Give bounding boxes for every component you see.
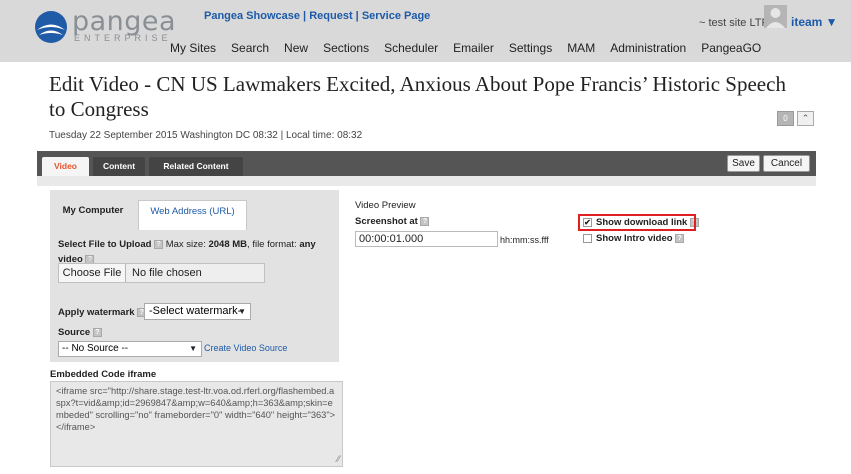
logo-subtitle: ENTERPRISE <box>74 33 172 43</box>
collapse-icon[interactable]: ⌃ <box>797 111 814 126</box>
link-pangea-showcase[interactable]: Pangea Showcase <box>204 10 300 22</box>
page-title: Edit Video - CN US Lawmakers Excited, An… <box>49 72 786 121</box>
max-size-value: 2048 MB <box>208 239 248 250</box>
watermark-label: Apply watermark ? <box>58 307 147 318</box>
show-intro-row: Show Intro video ? <box>583 233 685 244</box>
screenshot-label-text: Screenshot at <box>355 216 418 227</box>
nav-settings[interactable]: Settings <box>509 41 552 55</box>
screenshot-format-hint: hh:mm:ss.fff <box>500 235 549 245</box>
highlight-box <box>578 214 696 231</box>
embed-code-textarea[interactable]: <iframe src="http://share.stage.test-ltr… <box>50 381 343 467</box>
source-label: Source ? <box>58 327 102 338</box>
max-size-prefix: Max size: <box>165 239 206 250</box>
upload-label: Select File to Upload <box>58 239 152 250</box>
source-select[interactable]: -- No Source -- ▼ <box>58 341 202 357</box>
watermark-select[interactable]: -Select watermark- ▼ <box>144 303 251 320</box>
link-service-page[interactable]: Service Page <box>362 10 431 22</box>
link-request[interactable]: Request <box>309 10 352 22</box>
date-line: Tuesday 22 September 2015 Washington DC … <box>49 130 363 141</box>
cancel-button[interactable]: Cancel <box>763 155 810 172</box>
tab-my-computer[interactable]: My Computer <box>56 200 130 222</box>
show-intro-label: Show Intro video <box>596 233 673 244</box>
screenshot-time-input[interactable]: 00:00:01.000 <box>355 231 498 247</box>
tab-web-address[interactable]: Web Address (URL) <box>138 200 247 230</box>
file-status: No file chosen <box>132 267 202 279</box>
tab-content[interactable]: Content <box>93 157 145 176</box>
upload-panel: My Computer Web Address (URL) Select Fil… <box>50 190 339 362</box>
embed-label: Embedded Code iframe <box>50 369 157 380</box>
site-header: pangea ENTERPRISE Pangea Showcase | Requ… <box>0 0 851 62</box>
help-icon[interactable]: ? <box>420 216 430 226</box>
tab-related-content[interactable]: Related Content <box>149 157 243 176</box>
nav-administration[interactable]: Administration <box>610 41 686 55</box>
watermark-value: -Select watermark- <box>149 305 242 317</box>
create-video-source-link[interactable]: Create Video Source <box>204 343 287 353</box>
nav-new[interactable]: New <box>284 41 308 55</box>
tab-bar: Video Content Related Content Save Cance… <box>37 151 816 176</box>
tab-strip <box>37 176 816 186</box>
nav-sections[interactable]: Sections <box>323 41 369 55</box>
show-intro-checkbox[interactable] <box>583 233 592 243</box>
resize-handle-icon[interactable]: ⁄⁄ <box>337 453 340 465</box>
help-icon[interactable]: ? <box>675 233 685 243</box>
help-icon[interactable]: ? <box>154 239 164 249</box>
chevron-down-icon: ▼ <box>189 344 197 353</box>
choose-file-button[interactable]: Choose File <box>59 264 126 282</box>
avatar[interactable] <box>764 5 787 28</box>
source-value: -- No Source -- <box>62 343 129 354</box>
save-button[interactable]: Save <box>727 155 760 172</box>
screenshot-label: Screenshot at ? <box>355 216 430 227</box>
file-format-value: any <box>299 239 316 250</box>
video-preview-label: Video Preview <box>355 200 416 211</box>
user-menu[interactable]: iteam ▼ <box>791 15 838 29</box>
top-links: Pangea Showcase | Request | Service Page <box>204 10 431 22</box>
watermark-label-text: Apply watermark <box>58 307 135 318</box>
nav-search[interactable]: Search <box>231 41 269 55</box>
file-format-prefix: , file format: <box>247 239 297 250</box>
main-nav: My Sites Search New Sections Scheduler E… <box>170 41 776 55</box>
nav-emailer[interactable]: Emailer <box>453 41 494 55</box>
help-icon[interactable]: ? <box>92 327 102 337</box>
nav-pangeago[interactable]: PangeaGO <box>701 41 761 55</box>
embed-code-text: <iframe src="http://share.stage.test-ltr… <box>56 386 336 432</box>
site-selector[interactable]: ~ test site LTR <box>699 17 769 29</box>
source-label-text: Source <box>58 327 91 338</box>
tab-video[interactable]: Video <box>42 157 89 176</box>
user-avatar-icon <box>766 8 785 28</box>
chevron-down-icon: ▼ <box>238 307 246 316</box>
logo-mark-icon <box>35 11 67 43</box>
file-input[interactable]: Choose File No file chosen <box>58 263 265 283</box>
counter-badge[interactable]: 0 <box>777 111 794 126</box>
nav-scheduler[interactable]: Scheduler <box>384 41 438 55</box>
nav-my-sites[interactable]: My Sites <box>170 41 216 55</box>
nav-mam[interactable]: MAM <box>567 41 595 55</box>
